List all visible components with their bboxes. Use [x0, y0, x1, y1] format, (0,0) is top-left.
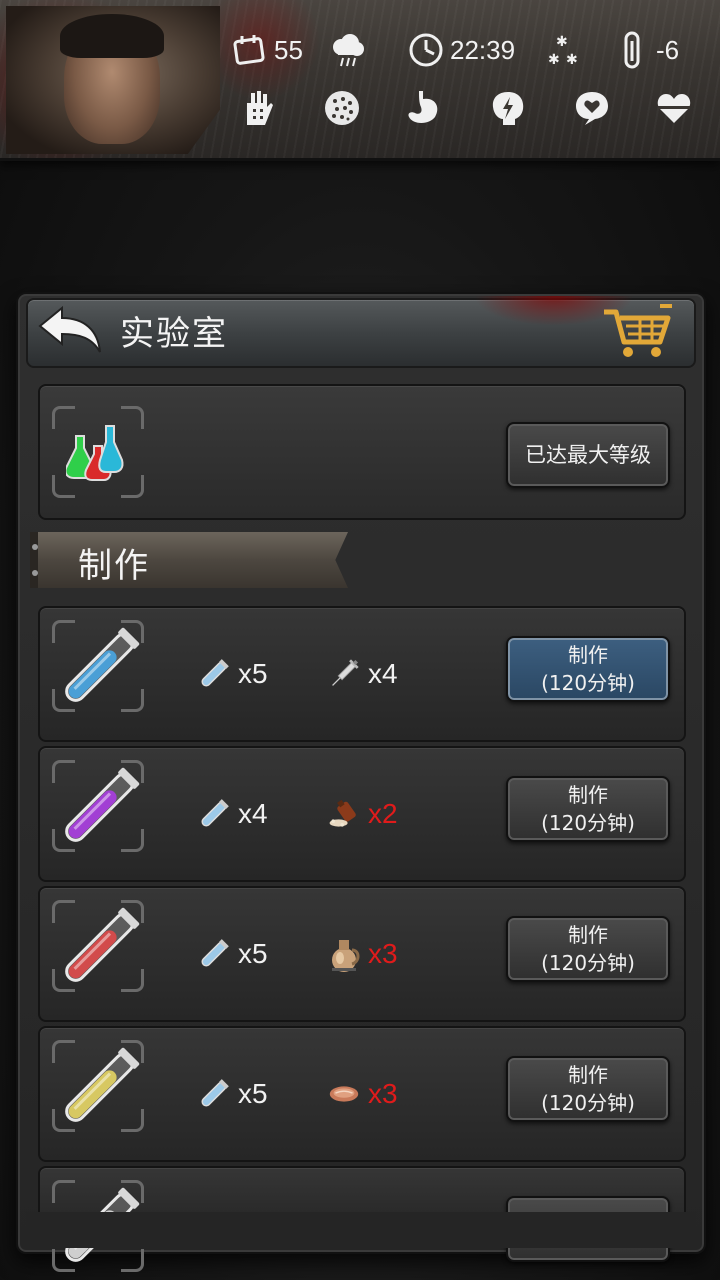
- ingredient-quantity: x4: [238, 798, 268, 829]
- craft-button-duration: (120分钟): [541, 811, 635, 835]
- jug-icon: [326, 936, 362, 972]
- stat-day[interactable]: 55: [232, 32, 303, 68]
- ingredient-quantity: x5: [238, 1078, 268, 1109]
- player-portrait[interactable]: [6, 6, 220, 154]
- bandaged-hand-icon[interactable]: [238, 88, 278, 128]
- ingredient: x3: [326, 1076, 398, 1112]
- max-level-button[interactable]: 已达最大等级: [506, 422, 670, 488]
- craft-button[interactable]: 制作 (120分钟): [506, 776, 670, 842]
- nail-decoration: [32, 544, 38, 550]
- recipe-item-slot[interactable]: [52, 1040, 144, 1132]
- test-tube-small-icon: [196, 796, 232, 832]
- potion-tube-icon: [65, 1047, 140, 1122]
- potion-tube-icon: [65, 907, 140, 982]
- day-value: 55: [274, 34, 303, 65]
- craft-button-duration: (120分钟): [541, 671, 635, 695]
- recipe-item-slot[interactable]: [52, 620, 144, 712]
- ingredient-quantity: x5: [238, 658, 268, 689]
- ingredient: x2: [326, 796, 398, 832]
- svg-text:✱: ✱: [566, 52, 578, 68]
- recipe-row: x5 x3 制作 (120分钟): [38, 1026, 686, 1162]
- recipe-row: x4 x2 制作 (120分钟): [38, 746, 686, 882]
- thermometer-icon: [614, 31, 650, 69]
- portrait-hair: [60, 14, 164, 58]
- recipe-row: x5 x4 制作 (120分钟): [38, 606, 686, 742]
- ingredient: x4: [326, 656, 398, 692]
- list-clip-mask: [26, 1212, 696, 1248]
- stat-snow[interactable]: ✱ ✱ ✱: [546, 32, 582, 68]
- recipe-item-slot[interactable]: [52, 900, 144, 992]
- craft-button-label: 制作: [568, 923, 608, 947]
- top-status-bar: 55 22:39 ✱ ✱ ✱ -6: [0, 0, 720, 161]
- virus-icon[interactable]: [322, 88, 362, 128]
- svg-text:✱: ✱: [556, 34, 568, 50]
- ingredient: x5: [196, 1076, 268, 1112]
- recipe-row: x5 x3 制作 (120分钟): [38, 886, 686, 1022]
- recipe-item-slot[interactable]: [52, 760, 144, 852]
- clock-icon: [408, 32, 444, 68]
- craft-section-title: 制作: [78, 546, 150, 586]
- ingredient-quantity: x3: [368, 1078, 398, 1109]
- temperature-value: -6: [656, 34, 680, 65]
- ingredient-quantity: x5: [238, 938, 268, 969]
- back-arrow-icon: [38, 305, 101, 353]
- shop-cart-button[interactable]: [600, 302, 674, 362]
- snowflake-icon: ✱ ✱ ✱: [546, 32, 582, 68]
- weather-cloud-icon: [330, 32, 366, 68]
- meat-icon: [326, 1076, 362, 1112]
- brain-lightning-icon[interactable]: [488, 88, 528, 128]
- lab-level-card: 已达最大等级: [38, 384, 686, 520]
- stat-temperature[interactable]: -6: [614, 31, 680, 69]
- test-tube-small-icon: [196, 936, 232, 972]
- nail-decoration: [32, 570, 38, 576]
- lab-icon-slot: [52, 406, 144, 498]
- page-title: 实验室: [120, 314, 228, 354]
- ingredient-quantity: x3: [368, 938, 398, 969]
- max-level-label: 已达最大等级: [525, 443, 651, 467]
- heart-icon[interactable]: [654, 88, 694, 128]
- calendar-icon: [232, 32, 268, 68]
- craft-button[interactable]: 制作 (120分钟): [506, 916, 670, 982]
- craft-button-duration: (120分钟): [541, 1091, 635, 1115]
- shopping-cart-icon: [604, 304, 672, 357]
- spilled-bottle-icon: [326, 796, 362, 832]
- svg-text:✱: ✱: [548, 52, 560, 68]
- ingredient: x5: [196, 936, 268, 972]
- craft-button[interactable]: 制作 (120分钟): [506, 1056, 670, 1122]
- test-tube-small-icon: [196, 656, 232, 692]
- ingredient: x4: [196, 796, 268, 832]
- speech-heart-icon[interactable]: [572, 88, 612, 128]
- stat-weather[interactable]: [330, 32, 366, 68]
- stomach-icon[interactable]: [404, 88, 444, 128]
- back-button[interactable]: [36, 304, 108, 358]
- craft-button-duration: (120分钟): [541, 951, 635, 975]
- stat-time[interactable]: 22:39: [408, 32, 515, 68]
- lab-flasks-icon: [66, 425, 124, 481]
- craft-button[interactable]: 制作 (120分钟): [506, 636, 670, 702]
- potion-tube-icon: [65, 767, 140, 842]
- potion-tube-icon: [65, 627, 140, 702]
- syringe-icon: [326, 656, 362, 692]
- ingredient: x3: [326, 936, 398, 972]
- craft-button-label: 制作: [568, 1063, 608, 1087]
- test-tube-small-icon: [196, 1076, 232, 1112]
- craft-button-label: 制作: [568, 783, 608, 807]
- ingredient: x5: [196, 656, 268, 692]
- ingredient-quantity: x4: [368, 658, 398, 689]
- ingredient-quantity: x2: [368, 798, 398, 829]
- craft-button-label: 制作: [568, 643, 608, 667]
- time-value: 22:39: [450, 34, 516, 65]
